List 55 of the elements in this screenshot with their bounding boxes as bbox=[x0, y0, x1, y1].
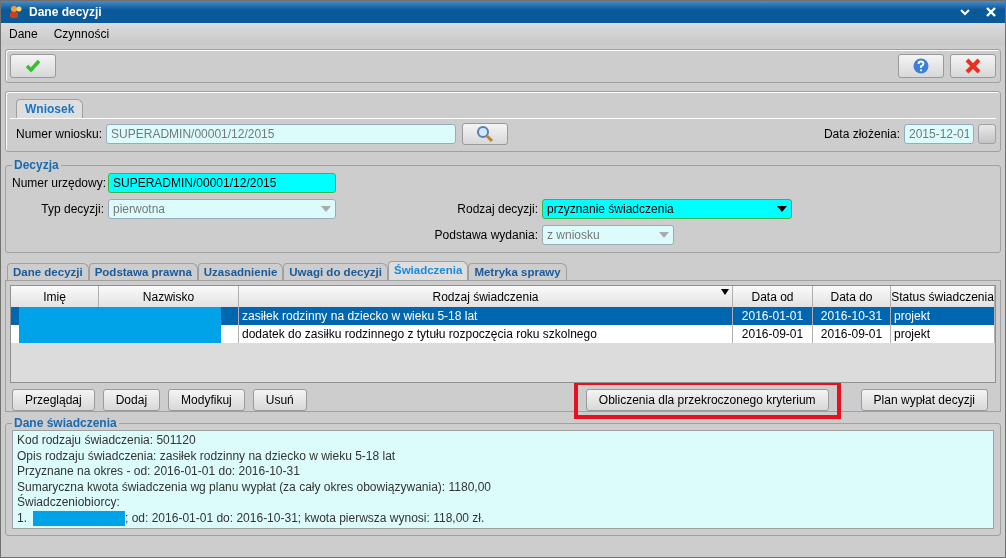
table-row[interactable]: dodatek do zasiłku rodzinnego z tytułu rozpoczęcia roku szkolnego 2016-09-01 2016-09-01 projekt bbox=[11, 325, 995, 343]
tab[interactable]: Dane decyzji bbox=[7, 263, 89, 280]
people-icon bbox=[9, 5, 23, 19]
menu-item[interactable]: Czynności bbox=[53, 27, 110, 41]
help-button[interactable] bbox=[898, 54, 944, 78]
action-button[interactable]: Usuń bbox=[252, 389, 307, 411]
detail-line: Świadczeniobiorcy: bbox=[17, 495, 121, 511]
field-label: Numer urzędowy: bbox=[12, 176, 104, 190]
question-icon bbox=[913, 58, 929, 74]
detail-line: Kod rodzaju świadczenia: 501120 bbox=[17, 433, 197, 449]
tab[interactable]: Uzasadnienie bbox=[197, 263, 284, 280]
tab[interactable]: Wniosek bbox=[16, 99, 84, 118]
search-button[interactable] bbox=[462, 123, 509, 145]
calendar-button[interactable] bbox=[978, 124, 996, 144]
collapse-icon[interactable] bbox=[959, 7, 971, 17]
tab[interactable]: Podstawa prawna bbox=[88, 263, 198, 280]
detail-line: Sumaryczna kwota świadczenia wg planu wypłat (za cały okres obowiązywania): 1180,00 bbox=[17, 479, 492, 494]
field-label: Numer wniosku: bbox=[16, 127, 103, 141]
tab[interactable]: Uwagi do decyzji bbox=[283, 263, 388, 280]
action-button[interactable]: Przeglądaj bbox=[12, 389, 95, 411]
field-label: Podstawa wydania: bbox=[433, 228, 538, 242]
menu-item[interactable]: Dane bbox=[9, 27, 38, 41]
field-label: Typ decyzji: bbox=[40, 202, 104, 216]
group-title: Decyzja bbox=[13, 158, 60, 172]
cross-icon bbox=[965, 58, 981, 74]
table-cell: projekt bbox=[891, 325, 995, 343]
action-button[interactable]: Plan wypłat decyzji bbox=[860, 389, 988, 411]
input-field[interactable]: SUPERADMIN/00001/12/2015 bbox=[106, 124, 457, 144]
date-field[interactable]: 2015-12-01 bbox=[904, 124, 974, 144]
table-row[interactable]: zasiłek rodzinny na dziecko w wieku 5-18 lat 2016-01-01 2016-10-31 projekt bbox=[11, 307, 995, 325]
action-button[interactable]: Obliczenia dla przekroczonego kryterium bbox=[585, 389, 829, 411]
group-title: Dane świadczenia bbox=[13, 416, 118, 430]
input-field[interactable]: SUPERADMIN/00001/12/2015 bbox=[108, 173, 336, 193]
close-icon[interactable] bbox=[985, 6, 997, 18]
field-label: Data złożenia: bbox=[823, 127, 900, 141]
detail-line: ; od: 2016-01-01 do: 2016-10-31; kwota pierwsza wynosi: 118,00 zł. bbox=[125, 510, 485, 526]
cancel-button[interactable] bbox=[950, 54, 996, 78]
table-cell: 2016-09-01 bbox=[733, 325, 813, 343]
dropdown[interactable]: przyznanie świadczenia bbox=[542, 199, 792, 219]
detail-line: Przyznane na okres - od: 2016-01-01 do: 2016-10-31 bbox=[17, 464, 301, 480]
list-number: 1. bbox=[17, 510, 27, 526]
table-cell: 2016-09-01 bbox=[813, 325, 891, 343]
detail-line: Opis rodzaju świadczenia: zasiłek rodzinny na dziecko w wieku 5-18 lat bbox=[17, 448, 397, 464]
search-icon bbox=[476, 125, 495, 143]
field-label: Rodzaj decyzji: bbox=[456, 202, 538, 216]
dropdown-arrow-icon bbox=[321, 206, 331, 212]
dropdown-arrow-icon bbox=[659, 232, 669, 238]
window-title: Dane decyzji bbox=[29, 5, 102, 19]
tab[interactable]: Metryka sprawy bbox=[468, 263, 567, 280]
dropdown-arrow-icon bbox=[777, 206, 787, 212]
confirm-button[interactable] bbox=[10, 54, 56, 78]
action-button[interactable]: Dodaj bbox=[102, 389, 161, 411]
action-button[interactable]: Modyfikuj bbox=[168, 389, 245, 411]
checkmark-icon bbox=[25, 59, 41, 73]
table-cell: dodatek do zasiłku rodzinnego z tytułu rozpoczęcia roku szkolnego bbox=[239, 325, 733, 343]
